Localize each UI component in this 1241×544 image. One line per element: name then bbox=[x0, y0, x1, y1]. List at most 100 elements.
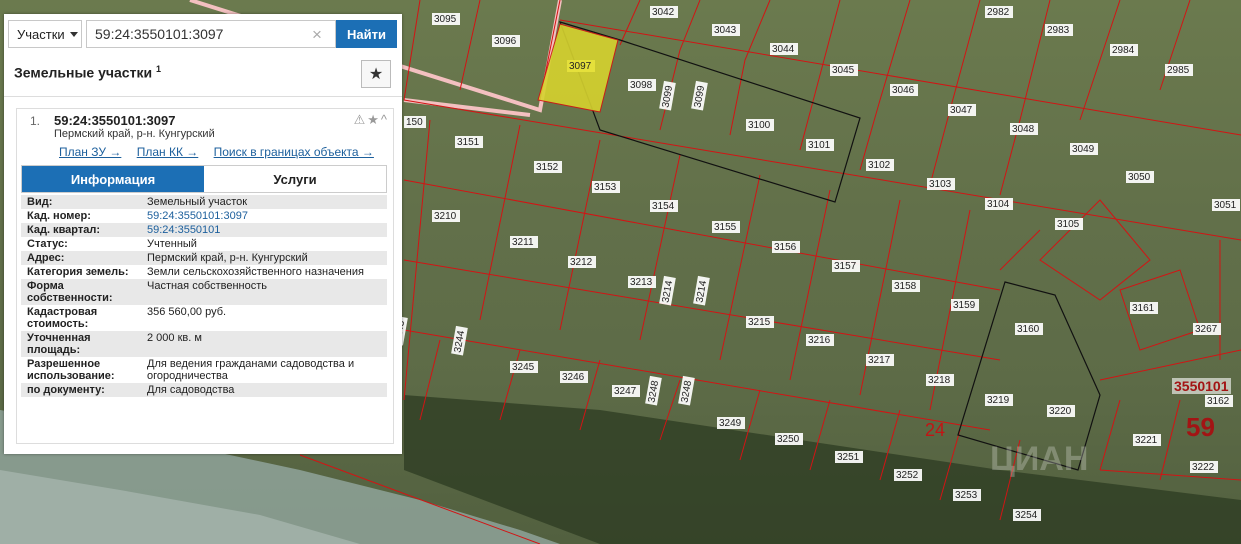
plot-label[interactable]: 2984 bbox=[1110, 44, 1138, 56]
plot-label[interactable]: 3252 bbox=[894, 469, 922, 481]
plot-label[interactable]: 3099 bbox=[691, 80, 708, 111]
plot-number: 3098 bbox=[630, 80, 653, 91]
plot-label[interactable]: 3220 bbox=[1047, 405, 1075, 417]
plot-label[interactable]: 3216 bbox=[806, 334, 834, 346]
plot-label[interactable]: 3247 bbox=[612, 385, 640, 397]
search-bar: Участки × Найти bbox=[8, 20, 398, 50]
plot-label[interactable]: 3048 bbox=[1010, 123, 1038, 135]
plot-label[interactable]: 3100 bbox=[746, 119, 774, 131]
plot-label[interactable]: 3153 bbox=[592, 181, 620, 193]
info-row: Кадастровая стоимость: 356 560,00 руб. bbox=[21, 305, 387, 331]
plot-label[interactable]: 3214 bbox=[659, 275, 676, 306]
plot-label[interactable]: 3043 bbox=[712, 24, 740, 36]
plan-zu-link[interactable]: План ЗУ → bbox=[59, 145, 121, 159]
plot-label[interactable]: 3251 bbox=[835, 451, 863, 463]
plot-number: 3046 bbox=[892, 85, 915, 96]
plot-label[interactable]: 3253 bbox=[953, 489, 981, 501]
plot-label[interactable]: 3159 bbox=[951, 299, 979, 311]
info-value: 59:24:3550101:3097 bbox=[141, 209, 387, 223]
plot-label[interactable]: 3104 bbox=[985, 198, 1013, 210]
plot-label[interactable]: 3101 bbox=[806, 139, 834, 151]
info-row: Уточненная площадь: 2 000 кв. м bbox=[21, 331, 387, 357]
plot-label[interactable]: 3042 bbox=[650, 6, 678, 18]
plot-label[interactable]: 3151 bbox=[455, 136, 483, 148]
plot-label[interactable]: 3105 bbox=[1055, 218, 1083, 230]
chevron-up-icon[interactable]: ^ bbox=[381, 112, 389, 127]
result-cadnum[interactable]: 59:24:3550101:3097 bbox=[54, 113, 175, 128]
plot-label[interactable]: 3245 bbox=[510, 361, 538, 373]
plot-label[interactable]: 3212 bbox=[568, 256, 596, 268]
plot-label[interactable]: 3210 bbox=[432, 210, 460, 222]
plot-label[interactable]: 3051 bbox=[1212, 199, 1240, 211]
plot-label[interactable]: 3154 bbox=[650, 200, 678, 212]
plot-label[interactable]: 3219 bbox=[985, 394, 1013, 406]
plot-label[interactable]: 3097 bbox=[567, 60, 595, 72]
plot-number: 3154 bbox=[652, 201, 675, 212]
info-label: Кад. квартал: bbox=[21, 223, 141, 237]
plot-label[interactable]: 3045 bbox=[830, 64, 858, 76]
plot-label[interactable]: 3267 bbox=[1193, 323, 1221, 335]
plot-number: 3050 bbox=[1128, 172, 1151, 183]
search-type-select[interactable]: Участки bbox=[8, 20, 82, 48]
warning-icon[interactable]: ⚠ bbox=[354, 112, 368, 127]
plot-label[interactable]: 3099 bbox=[659, 80, 676, 111]
search-in-bounds-link[interactable]: Поиск в границах объекта → bbox=[214, 145, 374, 159]
plot-label[interactable]: 3249 bbox=[717, 417, 745, 429]
plot-label[interactable]: 3155 bbox=[712, 221, 740, 233]
plot-label[interactable]: 3246 bbox=[560, 371, 588, 383]
plot-label[interactable]: 3213 bbox=[628, 276, 656, 288]
plot-label[interactable]: 3047 bbox=[948, 104, 976, 116]
plot-label[interactable]: 3098 bbox=[628, 79, 656, 91]
plan-kk-link[interactable]: План КК → bbox=[137, 145, 199, 159]
plot-label[interactable]: 3161 bbox=[1130, 302, 1158, 314]
plot-label[interactable]: 3250 bbox=[775, 433, 803, 445]
plot-label[interactable]: 3096 bbox=[492, 35, 520, 47]
plot-number: 2982 bbox=[987, 7, 1010, 18]
plot-label[interactable]: 3049 bbox=[1070, 143, 1098, 155]
info-value-link[interactable]: 59:24:3550101 bbox=[147, 224, 220, 236]
plot-number: 3218 bbox=[928, 375, 951, 386]
plot-number: 3249 bbox=[719, 418, 742, 429]
plot-label[interactable]: 3158 bbox=[892, 280, 920, 292]
plot-label[interactable]: 3217 bbox=[866, 354, 894, 366]
info-value: Частная собственность bbox=[141, 279, 387, 305]
plot-label[interactable]: 3050 bbox=[1126, 171, 1154, 183]
plot-number: 3219 bbox=[987, 395, 1010, 406]
find-button[interactable]: Найти bbox=[336, 20, 397, 48]
plot-label[interactable]: 3211 bbox=[510, 236, 538, 248]
plot-label[interactable]: 3244 bbox=[451, 325, 468, 356]
result-links: План ЗУ → План КК → Поиск в границах объ… bbox=[59, 145, 386, 159]
plot-label[interactable]: 3152 bbox=[534, 161, 562, 173]
plot-label[interactable]: 2983 bbox=[1045, 24, 1073, 36]
plot-label[interactable]: 3156 bbox=[772, 241, 800, 253]
plot-label[interactable]: 3046 bbox=[890, 84, 918, 96]
info-row: Кад. номер: 59:24:3550101:3097 bbox=[21, 209, 387, 223]
plot-label[interactable]: 3102 bbox=[866, 159, 894, 171]
search-input[interactable] bbox=[86, 20, 336, 48]
plot-label[interactable]: 3222 bbox=[1190, 461, 1218, 473]
plot-label[interactable]: 3044 bbox=[770, 43, 798, 55]
plot-label[interactable]: 3103 bbox=[927, 178, 955, 190]
tab-services[interactable]: Услуги bbox=[204, 166, 386, 192]
plot-label[interactable]: 3221 bbox=[1133, 434, 1161, 446]
plot-label[interactable]: 3248 bbox=[678, 375, 695, 406]
info-label: Вид: bbox=[21, 195, 141, 209]
plot-label[interactable]: 3157 bbox=[832, 260, 860, 272]
plot-label[interactable]: 3218 bbox=[926, 374, 954, 386]
plot-label[interactable]: 3248 bbox=[645, 375, 662, 406]
plot-label[interactable]: 3215 bbox=[746, 316, 774, 328]
plot-label[interactable]: 3162 bbox=[1205, 395, 1233, 407]
plot-label[interactable]: 2985 bbox=[1165, 64, 1193, 76]
star-icon[interactable]: ★ bbox=[367, 112, 381, 127]
close-icon[interactable]: × bbox=[312, 25, 322, 45]
plot-label[interactable]: 3160 bbox=[1015, 323, 1043, 335]
tab-information[interactable]: Информация bbox=[22, 166, 204, 192]
plot-label[interactable]: 3214 bbox=[693, 275, 710, 306]
plot-label[interactable]: 3254 bbox=[1013, 509, 1041, 521]
panel-title-text: Земельные участки bbox=[14, 64, 153, 81]
plot-label[interactable]: 3095 bbox=[432, 13, 460, 25]
favorites-button[interactable]: ★ bbox=[361, 60, 391, 88]
plot-label[interactable]: 150 bbox=[404, 116, 426, 128]
plot-label[interactable]: 2982 bbox=[985, 6, 1013, 18]
info-value-link[interactable]: 59:24:3550101:3097 bbox=[147, 210, 248, 222]
